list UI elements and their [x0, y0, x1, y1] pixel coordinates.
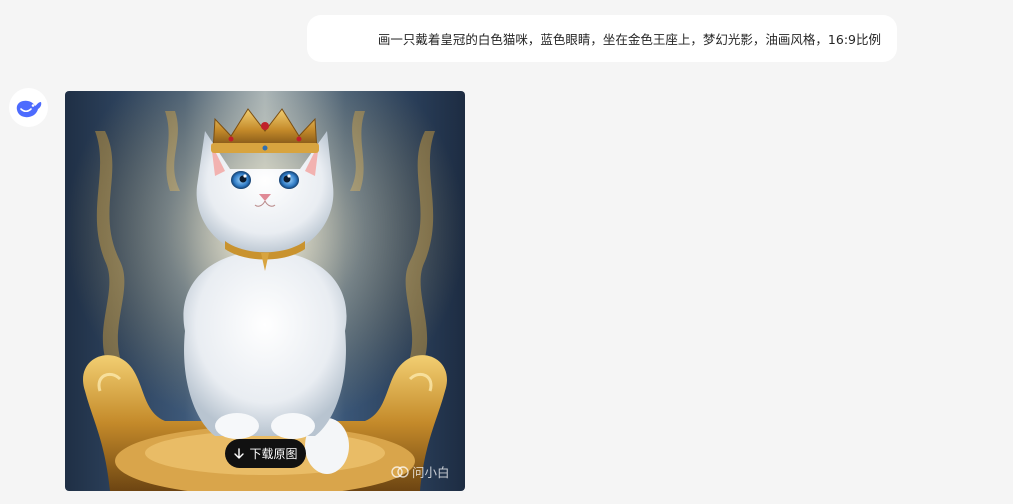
watermark-text: 问小白 [412, 465, 450, 480]
download-original-label: 下载原图 [249, 447, 298, 461]
watermark-logo-icon [391, 465, 409, 478]
watermark: 问小白 [391, 462, 450, 481]
arrow-down-icon [234, 447, 245, 459]
user-message-text: 画一只戴着皇冠的白色猫咪，蓝色眼睛，坐在金色王座上，梦幻光影，油画风格，16:9… [377, 32, 881, 47]
cat-painting-image [65, 91, 465, 491]
whale-logo-icon [16, 100, 41, 117]
user-message-bubble: 画一只戴着皇冠的白色猫咪，蓝色眼睛，坐在金色王座上，梦幻光影，油画风格，16:9… [307, 15, 897, 62]
generated-image[interactable]: 下载原图 问小白 [65, 91, 465, 491]
assistant-avatar [9, 88, 48, 127]
download-original-button[interactable]: 下载原图 [225, 439, 306, 468]
